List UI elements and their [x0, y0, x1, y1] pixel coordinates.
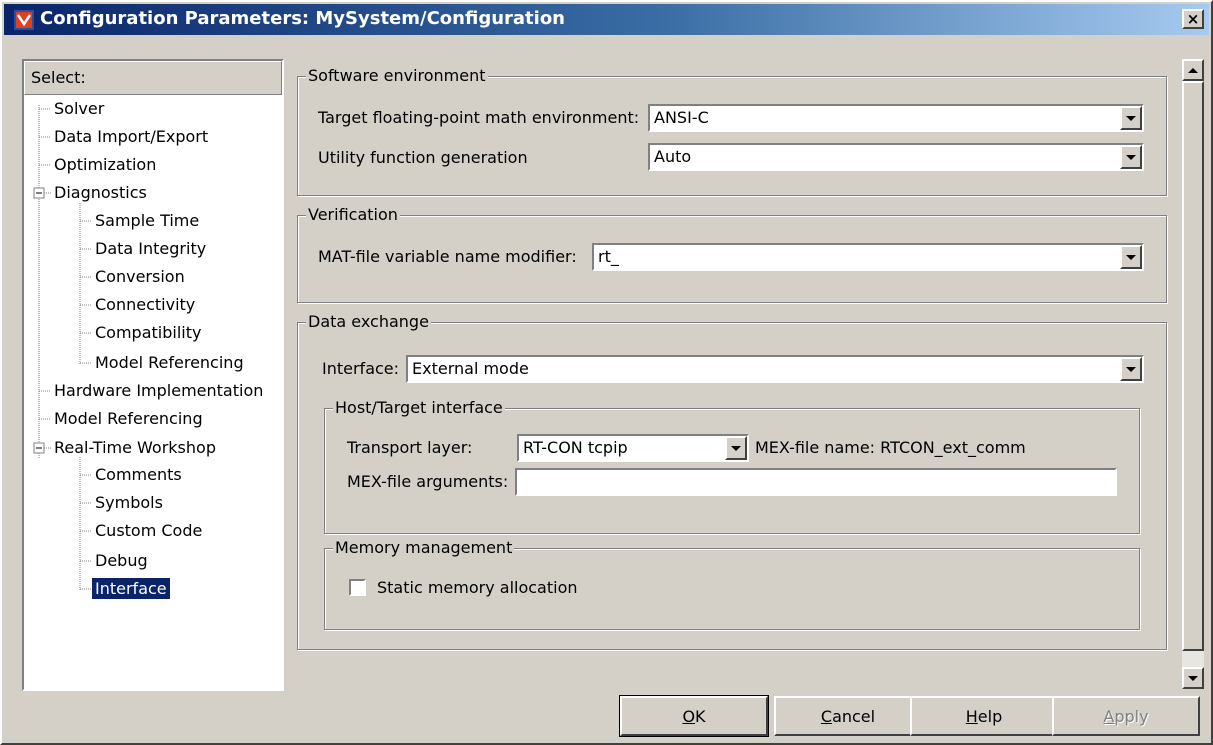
target-math-select[interactable]: ANSI-C: [648, 104, 1144, 132]
tree-item-hardware-implementation[interactable]: Hardware Implementation: [54, 378, 263, 404]
mex-file-name-text: MEX-file name: RTCON_ext_comm: [755, 438, 1026, 457]
simulink-app-icon: [14, 10, 34, 30]
interface-label: Interface:: [322, 359, 400, 378]
memory-management-legend: Memory management: [333, 537, 515, 559]
static-memory-allocation-label[interactable]: Static memory allocation: [377, 577, 578, 599]
scroll-up-button[interactable]: [1182, 59, 1204, 81]
tree-item-data-integrity[interactable]: Data Integrity: [95, 236, 206, 262]
chevron-down-icon: [1188, 675, 1198, 681]
title-bar[interactable]: Configuration Parameters: MySystem/Confi…: [4, 4, 1209, 35]
close-icon: ×: [1186, 9, 1200, 28]
tree-item-symbols[interactable]: Symbols: [95, 490, 163, 516]
memory-management-group: Memory management Static memory allocati…: [324, 537, 1140, 630]
software-environment-legend: Software environment: [306, 65, 488, 87]
tree-item-debug[interactable]: Debug: [95, 548, 148, 574]
tree-item-sample-time[interactable]: Sample Time: [95, 208, 199, 234]
chevron-up-icon: [1188, 67, 1198, 73]
utility-function-select[interactable]: Auto: [648, 143, 1144, 171]
dropdown-arrow-icon[interactable]: [1120, 245, 1142, 269]
cancel-button[interactable]: Cancel: [774, 696, 922, 736]
close-button[interactable]: ×: [1182, 9, 1204, 29]
host-target-interface-group: Host/Target interface Transport layer: R…: [324, 397, 1140, 534]
dropdown-arrow-icon[interactable]: [1120, 106, 1142, 130]
host-target-legend: Host/Target interface: [333, 397, 505, 419]
settings-panel: Software environment Target floating-poi…: [292, 59, 1180, 650]
tree-item-model-referencing[interactable]: Model Referencing: [54, 406, 203, 432]
ok-button[interactable]: OK: [619, 695, 769, 737]
tree-item-custom-code[interactable]: Custom Code: [95, 518, 202, 544]
verification-group: Verification MAT-file variable name modi…: [297, 204, 1167, 303]
utility-function-label: Utility function generation: [318, 148, 528, 167]
transport-layer-value: RT-CON tcpip: [523, 438, 628, 457]
category-tree[interactable]: Select: Solver Data Import/Export Optimi…: [22, 59, 284, 691]
mat-file-modifier-label: MAT-file variable name modifier:: [318, 247, 577, 266]
utility-function-value: Auto: [654, 147, 692, 166]
config-dialog: Configuration Parameters: MySystem/Confi…: [0, 0, 1213, 745]
dropdown-arrow-icon[interactable]: [1120, 145, 1142, 169]
apply-button[interactable]: Apply: [1052, 696, 1200, 736]
software-environment-group: Software environment Target floating-poi…: [297, 65, 1167, 196]
tree-item-compatibility[interactable]: Compatibility: [95, 320, 201, 346]
target-math-label: Target floating-point math environment:: [318, 108, 640, 127]
mat-file-modifier-select[interactable]: rt_: [592, 243, 1144, 271]
target-math-value: ANSI-C: [654, 108, 709, 127]
data-exchange-group: Data exchange Interface: External mode H…: [297, 311, 1167, 650]
dropdown-arrow-icon[interactable]: [725, 436, 747, 460]
tree-item-diag-model-referencing[interactable]: Model Referencing: [95, 350, 244, 376]
tree-item-diagnostics[interactable]: Diagnostics: [54, 180, 147, 206]
window-title: Configuration Parameters: MySystem/Confi…: [40, 8, 565, 29]
help-button[interactable]: Help: [910, 696, 1058, 736]
tree-item-conversion[interactable]: Conversion: [95, 264, 185, 290]
mex-file-arguments-input[interactable]: [515, 468, 1117, 496]
tree-item-comments[interactable]: Comments: [95, 462, 182, 488]
mat-file-modifier-value: rt_: [598, 247, 619, 266]
scroll-down-button[interactable]: [1182, 667, 1204, 689]
panel-scrollbar[interactable]: [1182, 59, 1204, 689]
interface-value: External mode: [412, 359, 529, 378]
scrollbar-thumb[interactable]: [1182, 81, 1204, 651]
tree-item-real-time-workshop[interactable]: Real-Time Workshop: [54, 435, 216, 461]
mex-file-arguments-label: MEX-file arguments:: [347, 472, 509, 491]
tree-item-data-import-export[interactable]: Data Import/Export: [54, 124, 208, 150]
transport-layer-select[interactable]: RT-CON tcpip: [517, 434, 749, 462]
tree-item-connectivity[interactable]: Connectivity: [95, 292, 195, 318]
tree-item-solver[interactable]: Solver: [54, 96, 104, 122]
transport-layer-label: Transport layer:: [347, 438, 473, 457]
data-exchange-legend: Data exchange: [306, 311, 431, 333]
tree-item-optimization[interactable]: Optimization: [54, 152, 156, 178]
verification-legend: Verification: [306, 204, 400, 226]
tree-item-interface[interactable]: Interface: [92, 576, 170, 602]
interface-select[interactable]: External mode: [406, 355, 1144, 383]
static-memory-allocation-checkbox[interactable]: [349, 579, 366, 596]
dropdown-arrow-icon[interactable]: [1120, 357, 1142, 381]
